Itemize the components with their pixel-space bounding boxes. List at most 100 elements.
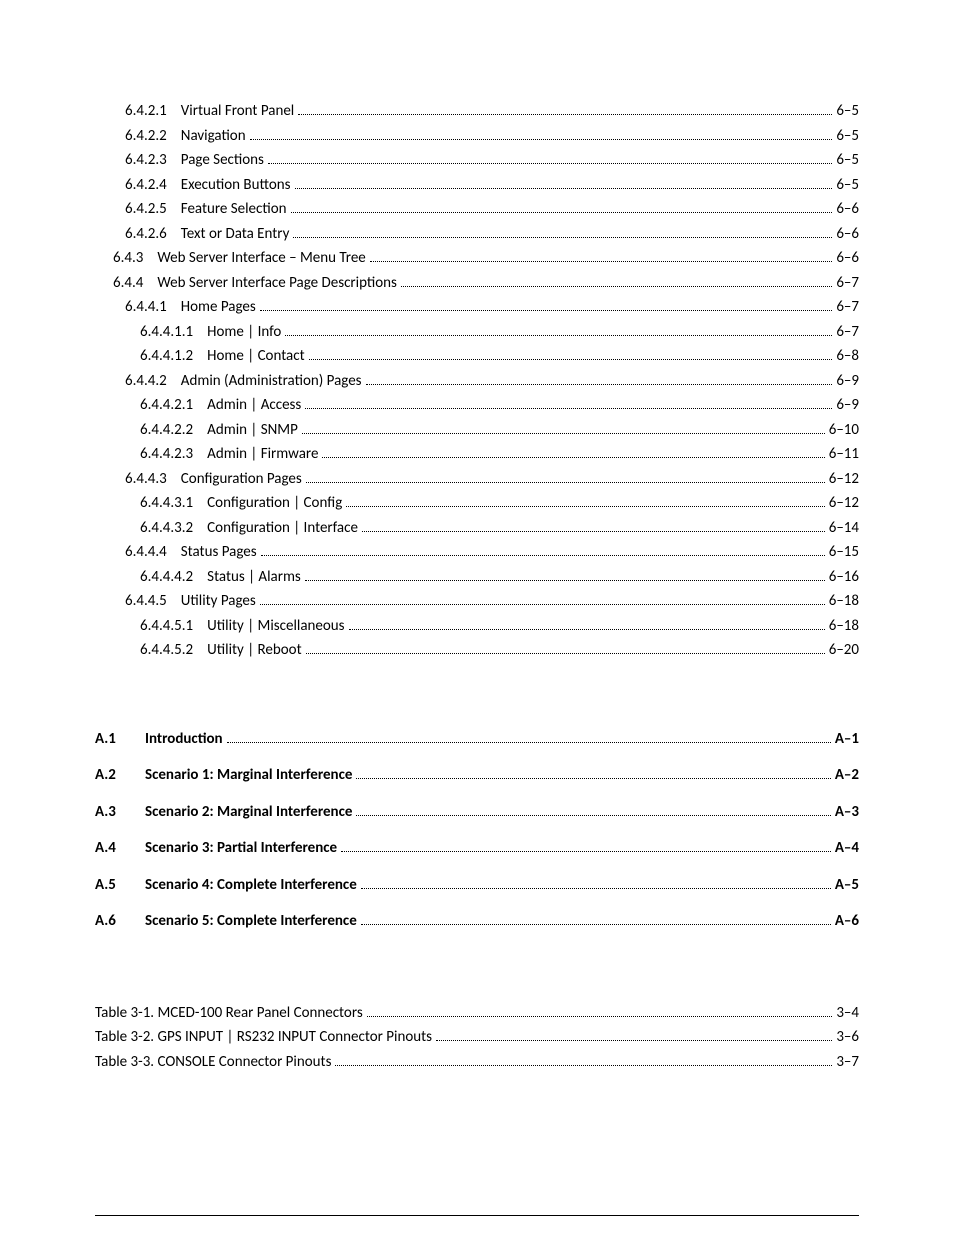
toc-entry[interactable]: 6.4.4.5.2Utility | Reboot 6–20 (95, 639, 859, 662)
toc-entry-title: Configuration | Config (207, 492, 342, 515)
toc-entry[interactable]: A.2Scenario 1: Marginal InterferenceA–2 (95, 764, 859, 787)
toc-entry[interactable]: 6.4.4.4Status Pages6–15 (95, 541, 859, 564)
toc-entry-number: 6.4.2.6 (125, 223, 181, 246)
toc-entry-number: 6.4.4.5.2 (140, 639, 207, 662)
toc-entry-title: Web Server Interface – Menu Tree (157, 247, 365, 270)
toc-entry[interactable]: 6.4.4.1.1Home | Info6–7 (95, 321, 859, 344)
toc-entry[interactable]: A.1IntroductionA–1 (95, 728, 859, 751)
toc-entry[interactable]: 6.4.4.1.2Home | Contact 6–8 (95, 345, 859, 368)
toc-entry[interactable]: 6.4.4.4.2Status | Alarms6–16 (95, 566, 859, 589)
toc-entry-page: 6–5 (836, 174, 859, 197)
toc-entry[interactable]: A.5Scenario 4: Complete InterferenceA–5 (95, 874, 859, 897)
toc-entry[interactable]: 6.4.4.3.1Configuration | Config6–12 (95, 492, 859, 515)
toc-entry[interactable]: 6.4.3Web Server Interface – Menu Tree6–6 (95, 247, 859, 270)
toc-entry-title: Web Server Interface Page Descriptions (157, 272, 397, 295)
toc-entry-page: 6–9 (836, 394, 859, 417)
toc-entry-number: A.3 (95, 801, 145, 824)
toc-entry-number: 6.4.4 (113, 272, 157, 295)
toc-entry[interactable]: 6.4.2.2Navigation6–5 (95, 125, 859, 148)
toc-leader-dots (306, 482, 825, 483)
toc-entry-page: 3–4 (836, 1002, 859, 1025)
toc-entry-title: Scenario 1: Marginal Interference (145, 764, 352, 787)
toc-entry[interactable]: 6.4.2.4Execution Buttons6–5 (95, 174, 859, 197)
toc-entry-number: A.6 (95, 910, 145, 933)
toc-leader-dots (260, 310, 833, 311)
toc-leader-dots (349, 629, 825, 630)
toc-entry[interactable]: 6.4.4.3Configuration Pages6–12 (95, 468, 859, 491)
toc-section-appendix: A.1IntroductionA–1 A.2Scenario 1: Margina… (95, 728, 859, 933)
toc-entry-number: 6.4.4.3 (125, 468, 181, 491)
toc-leader-dots (322, 457, 824, 458)
toc-entry[interactable]: 6.4.4.2Admin (Administration) Pages6–9 (95, 370, 859, 393)
toc-entry-number: 6.4.3 (113, 247, 157, 270)
toc-entry-title: Scenario 3: Partial Interference (145, 837, 337, 860)
toc-entry-title: Execution Buttons (181, 174, 291, 197)
toc-entry-title: Table 3-1. MCED-100 Rear Panel Connector… (95, 1002, 363, 1025)
toc-entry-title: Utility | Reboot (207, 639, 301, 662)
toc-entry[interactable]: 6.4.2.3Page Sections6–5 (95, 149, 859, 172)
toc-entry[interactable]: Table 3-1. MCED-100 Rear Panel Connector… (95, 1002, 859, 1025)
toc-entry[interactable]: A.4Scenario 3: Partial Interference A–4 (95, 837, 859, 860)
toc-leader-dots (366, 384, 833, 385)
toc-entry[interactable]: 6.4.4.5Utility Pages6–18 (95, 590, 859, 613)
toc-leader-dots (361, 924, 831, 925)
toc-entry[interactable]: Table 3-3. CONSOLE Connector Pinouts3–7 (95, 1051, 859, 1074)
toc-entry[interactable]: A.3Scenario 2: Marginal InterferenceA–3 (95, 801, 859, 824)
toc-leader-dots (305, 580, 825, 581)
toc-entry-number: 6.4.2.5 (125, 198, 181, 221)
toc-leader-dots (227, 742, 831, 743)
toc-entry[interactable]: A.6Scenario 5: Complete Interference A–6 (95, 910, 859, 933)
toc-entry-page: 6–15 (829, 541, 859, 564)
toc-entry[interactable]: 6.4.4.1Home Pages6–7 (95, 296, 859, 319)
toc-leader-dots (306, 653, 825, 654)
toc-entry[interactable]: 6.4.2.1Virtual Front Panel6–5 (95, 100, 859, 123)
toc-entry-number: 6.4.4.3.2 (140, 517, 207, 540)
toc-entry-page: 6–20 (829, 639, 859, 662)
toc-entry-title: Home | Info (207, 321, 281, 344)
toc-entry-title: Utility | Miscellaneous (207, 615, 344, 638)
toc-entry[interactable]: 6.4.4.2.2Admin | SNMP6–10 (95, 419, 859, 442)
toc-entry-title: Feature Selection (181, 198, 287, 221)
toc-entry-title: Introduction (145, 728, 223, 751)
toc-entry-page: A–6 (835, 910, 859, 933)
toc-leader-dots (250, 139, 833, 140)
toc-entry-title: Scenario 5: Complete Interference (145, 910, 357, 933)
toc-leader-dots (268, 163, 832, 164)
toc-leader-dots (436, 1040, 832, 1041)
toc-entry-title: Admin | Firmware (207, 443, 318, 466)
toc-entry-title: Admin (Administration) Pages (181, 370, 362, 393)
toc-entry-title: Scenario 4: Complete Interference (145, 874, 357, 897)
toc-entry[interactable]: 6.4.2.5Feature Selection6–6 (95, 198, 859, 221)
toc-leader-dots (302, 433, 825, 434)
toc-entry-number: A.4 (95, 837, 145, 860)
toc-page: 6.4.2.1Virtual Front Panel6–56.4.2.2Navi… (0, 0, 954, 1135)
toc-section-numbered: 6.4.2.1Virtual Front Panel6–56.4.2.2Navi… (95, 100, 859, 662)
toc-entry-page: A–4 (835, 837, 859, 860)
toc-entry-page: 6–10 (829, 419, 859, 442)
toc-entry-number: 6.4.4.3.1 (140, 492, 207, 515)
toc-entry-number: 6.4.2.1 (125, 100, 181, 123)
toc-leader-dots (401, 286, 832, 287)
toc-entry-title: Table 3-2. GPS INPUT | RS232 INPUT Conne… (95, 1026, 432, 1049)
toc-entry[interactable]: 6.4.4.5.1Utility | Miscellaneous6–18 (95, 615, 859, 638)
toc-entry-title: Home | Contact (207, 345, 304, 368)
toc-entry-page: 6–7 (836, 296, 859, 319)
toc-leader-dots (370, 261, 833, 262)
toc-entry-number: 6.4.2.3 (125, 149, 181, 172)
toc-leader-dots (295, 188, 833, 189)
toc-entry-title: Configuration Pages (181, 468, 302, 491)
toc-entry[interactable]: 6.4.4.2.1Admin | Access6–9 (95, 394, 859, 417)
toc-entry-title: Scenario 2: Marginal Interference (145, 801, 352, 824)
toc-entry-title: Configuration | Interface (207, 517, 358, 540)
toc-entry[interactable]: Table 3-2. GPS INPUT | RS232 INPUT Conne… (95, 1026, 859, 1049)
toc-leader-dots (285, 335, 832, 336)
toc-entry-page: 6–8 (836, 345, 859, 368)
toc-entry-page: 6–7 (836, 321, 859, 344)
toc-entry[interactable]: 6.4.4Web Server Interface Page Descripti… (95, 272, 859, 295)
toc-leader-dots (356, 778, 830, 779)
toc-entry[interactable]: 6.4.2.6Text or Data Entry6–6 (95, 223, 859, 246)
toc-entry-title: Home Pages (181, 296, 256, 319)
toc-entry[interactable]: 6.4.4.2.3Admin | Firmware6–11 (95, 443, 859, 466)
toc-entry-number: 6.4.4.1.2 (140, 345, 207, 368)
toc-entry[interactable]: 6.4.4.3.2Configuration | Interface6–14 (95, 517, 859, 540)
